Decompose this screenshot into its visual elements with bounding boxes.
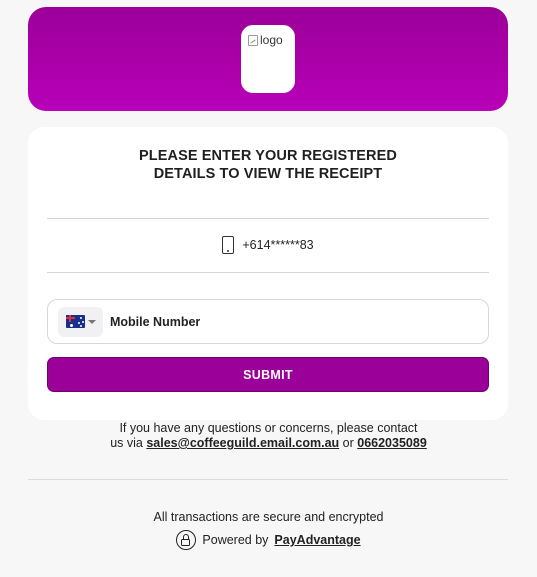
form-title-line1: PLEASE ENTER YOUR REGISTERED <box>139 148 397 164</box>
top-divider <box>47 218 489 219</box>
contact-info: If you have any questions or concerns, p… <box>0 421 537 451</box>
mobile-number-field <box>47 299 489 344</box>
contact-line2: us via sales@coffeeguild.email.com.au or… <box>0 436 537 451</box>
security-notice: All transactions are secure and encrypte… <box>153 510 384 524</box>
masked-phone-row: +614******83 <box>28 235 508 255</box>
mobile-number-input[interactable] <box>110 314 470 329</box>
merchant-logo: logo <box>241 25 295 93</box>
submit-button[interactable]: SUBMIT <box>47 357 489 392</box>
logo-alt-text: logo <box>248 33 283 47</box>
contact-email-link[interactable]: sales@coffeeguild.email.com.au <box>146 436 339 450</box>
bottom-divider <box>47 272 489 273</box>
form-title-line2: DETAILS TO VIEW THE RECEIPT <box>153 166 383 182</box>
powered-by: Powered by PayAdvantage <box>0 530 537 550</box>
receipt-form-card: PLEASE ENTER YOUR REGISTERED DETAILS TO … <box>28 127 508 420</box>
form-title: PLEASE ENTER YOUR REGISTERED DETAILS TO … <box>28 147 508 183</box>
chevron-down-icon <box>87 319 96 324</box>
country-selector[interactable] <box>58 306 103 337</box>
logo-alt-label: logo <box>260 33 283 47</box>
contact-prefix: us via <box>110 436 143 450</box>
mobile-phone-icon <box>222 236 235 254</box>
powered-by-label: Powered by <box>202 533 269 547</box>
lock-icon <box>176 530 197 550</box>
contact-phone-link[interactable]: 0662035089 <box>357 436 427 450</box>
broken-image-icon <box>248 34 258 46</box>
contact-line1: If you have any questions or concerns, p… <box>119 421 418 435</box>
australia-flag-icon <box>65 315 85 328</box>
payadvantage-link[interactable]: PayAdvantage <box>274 533 360 547</box>
masked-phone-number: +614******83 <box>242 238 314 252</box>
footer-divider <box>28 479 508 480</box>
contact-or: or <box>342 436 354 450</box>
merchant-header-banner: logo <box>28 7 508 111</box>
